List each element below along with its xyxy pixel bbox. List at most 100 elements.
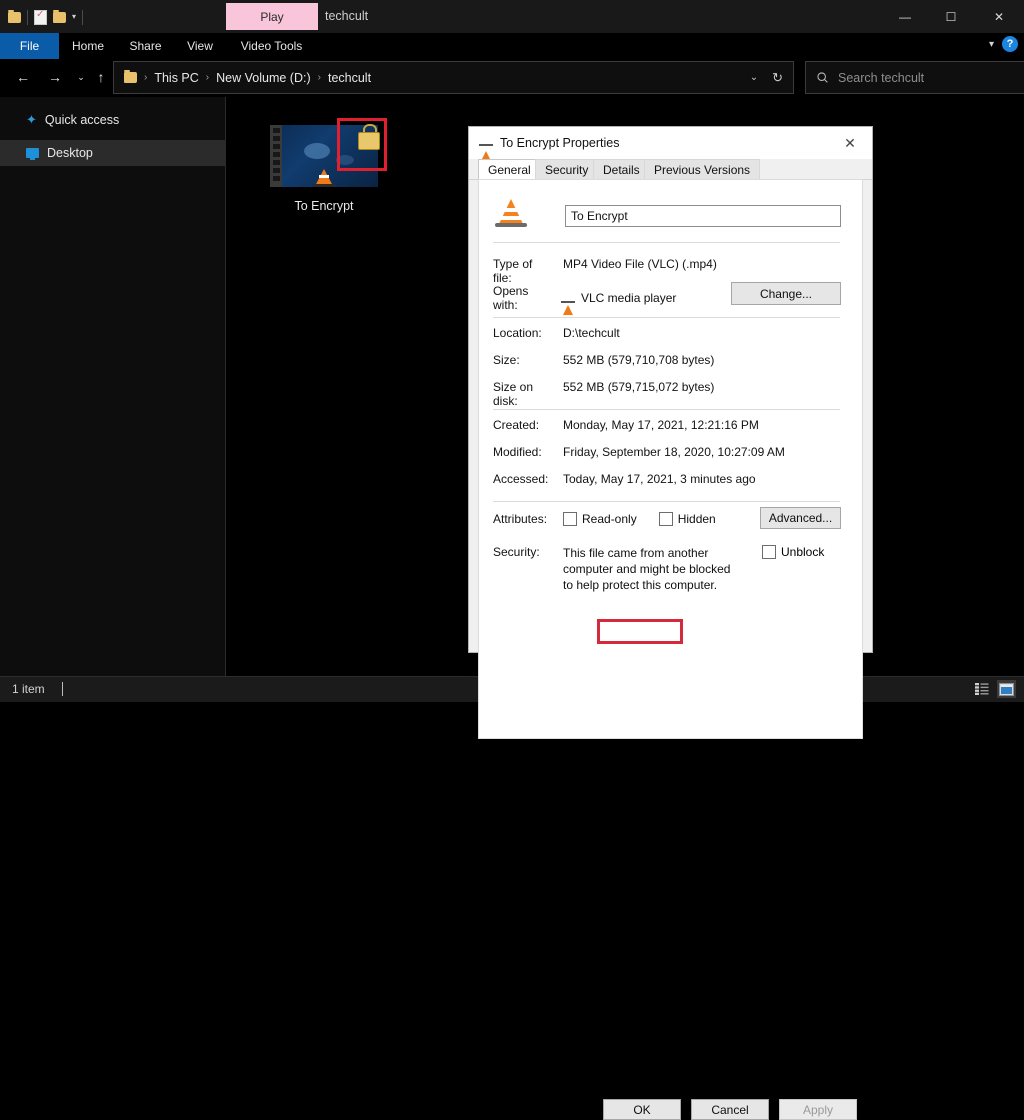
field-type-of-file: Type of file: MP4 Video File (VLC) (.mp4… <box>469 257 854 285</box>
field-value: 552 MB (579,715,072 bytes) <box>563 380 854 408</box>
navigation-pane: ✦ Quick access Desktop <box>0 97 226 677</box>
close-button[interactable]: ✕ <box>974 0 1024 33</box>
field-value: D:\techcult <box>563 326 854 340</box>
contextual-tab-play[interactable]: Play <box>226 3 318 30</box>
field-location: Location: D:\techcult <box>469 326 854 340</box>
field-size-on-disk: Size on disk: 552 MB (579,715,072 bytes) <box>469 380 854 408</box>
toolbar-divider-2 <box>82 10 83 25</box>
checkbox-label: Unblock <box>781 545 824 559</box>
file-item-to-encrypt[interactable]: To Encrypt <box>253 125 395 213</box>
vlc-cone-icon-tiny <box>563 291 573 305</box>
field-label: Size: <box>469 353 552 367</box>
forward-button[interactable]: → <box>44 66 66 88</box>
tab-general[interactable]: General <box>478 159 541 179</box>
sidebar-item-quick-access[interactable]: ✦ Quick access <box>0 107 225 133</box>
field-value: Monday, May 17, 2021, 12:21:16 PM <box>563 418 854 432</box>
checkbox-label: Hidden <box>678 512 716 526</box>
sidebar-item-label: Quick access <box>45 113 119 127</box>
attributes-label: Attributes: <box>469 512 552 526</box>
new-folder-icon[interactable] <box>53 12 66 23</box>
checkbox-read-only[interactable]: Read-only <box>563 512 637 526</box>
monitor-icon <box>26 148 39 158</box>
refresh-icon[interactable]: ↻ <box>772 70 783 86</box>
address-folder-icon <box>124 72 137 83</box>
apply-button[interactable]: Apply <box>779 1099 857 1120</box>
search-icon <box>816 71 829 84</box>
tab-view[interactable]: View <box>177 33 223 59</box>
field-accessed: Accessed: Today, May 17, 2021, 3 minutes… <box>469 472 854 486</box>
checkbox-label: Read-only <box>582 512 637 526</box>
title-bar: ▾ Play techcult — ☐ ✕ <box>0 0 1024 33</box>
security-text: This file came from another computer and… <box>563 545 741 593</box>
change-button[interactable]: Change... <box>731 282 841 305</box>
customize-caret-icon[interactable]: ▾ <box>72 13 76 21</box>
details-view-icon[interactable] <box>972 680 991 698</box>
tab-file[interactable]: File <box>0 33 59 59</box>
properties-icon[interactable] <box>34 10 47 25</box>
maximize-button[interactable]: ☐ <box>928 0 974 33</box>
cancel-button[interactable]: Cancel <box>691 1099 769 1120</box>
window-title: techcult <box>325 9 368 23</box>
file-type-icon <box>498 199 524 226</box>
tab-home[interactable]: Home <box>62 33 114 59</box>
tab-security[interactable]: Security <box>535 159 598 179</box>
dialog-tab-strip: General Security Details Previous Versio… <box>469 159 872 180</box>
search-box[interactable]: Search techcult <box>805 61 1024 94</box>
field-label: Modified: <box>469 445 552 459</box>
large-icons-view-icon[interactable] <box>997 680 1016 698</box>
checkbox-box <box>762 545 776 559</box>
dialog-title: To Encrypt Properties <box>500 136 620 150</box>
field-label: Accessed: <box>469 472 552 486</box>
quick-access-toolbar: ▾ <box>8 6 83 28</box>
field-value: 552 MB (579,710,708 bytes) <box>563 353 854 367</box>
checkbox-hidden[interactable]: Hidden <box>659 512 716 526</box>
breadcrumb-separator-1: › <box>206 72 209 83</box>
breadcrumb-separator-0: › <box>144 72 147 83</box>
breadcrumb-new-volume[interactable]: New Volume (D:) <box>216 71 310 85</box>
search-placeholder: Search techcult <box>838 71 924 85</box>
tab-previous-versions[interactable]: Previous Versions <box>644 159 760 179</box>
window-controls: — ☐ ✕ <box>882 0 1024 33</box>
star-icon: ✦ <box>26 112 37 128</box>
dialog-close-icon[interactable]: ✕ <box>828 127 872 159</box>
help-icon[interactable]: ? <box>1002 36 1018 52</box>
filmstrip-icon <box>270 125 282 187</box>
field-value: Today, May 17, 2021, 3 minutes ago <box>563 472 854 486</box>
sidebar-item-desktop[interactable]: Desktop <box>0 140 225 166</box>
field-value: VLC media player <box>581 291 676 305</box>
security-label: Security: <box>469 545 552 593</box>
up-button[interactable]: ↑ <box>90 66 112 88</box>
back-button[interactable]: ← <box>12 66 34 88</box>
breadcrumb-techcult[interactable]: techcult <box>328 71 371 85</box>
field-label: Opens with: <box>469 284 552 312</box>
minimize-button[interactable]: — <box>882 0 928 33</box>
toolbar-divider <box>27 10 28 25</box>
field-value: MP4 Video File (VLC) (.mp4) <box>563 257 854 285</box>
ok-button[interactable]: OK <box>603 1099 681 1120</box>
tab-details[interactable]: Details <box>593 159 650 179</box>
field-label: Size on disk: <box>469 380 552 408</box>
folder-icon[interactable] <box>8 12 21 23</box>
item-count-label: 1 item <box>12 682 45 696</box>
checkbox-box <box>659 512 673 526</box>
file-name-label: To Encrypt <box>253 199 395 213</box>
tab-share[interactable]: Share <box>119 33 172 59</box>
field-value: Friday, September 18, 2020, 10:27:09 AM <box>563 445 854 459</box>
breadcrumb-this-pc[interactable]: This PC <box>154 71 198 85</box>
advanced-button[interactable]: Advanced... <box>760 507 841 529</box>
checkbox-box <box>563 512 577 526</box>
field-label: Created: <box>469 418 552 432</box>
vlc-cone-icon-small <box>480 134 492 152</box>
ribbon-tab-bar: File Home Share View Video Tools ▾ ? <box>0 33 1024 59</box>
breadcrumb-separator-2: › <box>318 72 321 83</box>
filename-input[interactable]: To Encrypt <box>565 205 841 227</box>
sidebar-item-label: Desktop <box>47 146 93 160</box>
recent-locations-icon[interactable]: ⌄ <box>70 66 92 88</box>
field-label: Type of file: <box>469 257 552 285</box>
dialog-title-bar: To Encrypt Properties ✕ <box>469 127 872 159</box>
checkbox-unblock[interactable]: Unblock <box>762 545 824 559</box>
address-bar[interactable]: › This PC › New Volume (D:) › techcult ⌄… <box>113 61 794 94</box>
tab-video-tools[interactable]: Video Tools <box>228 33 315 59</box>
chevron-down-icon[interactable]: ▾ <box>989 39 994 50</box>
address-dropdown-icon[interactable]: ⌄ <box>750 72 758 83</box>
